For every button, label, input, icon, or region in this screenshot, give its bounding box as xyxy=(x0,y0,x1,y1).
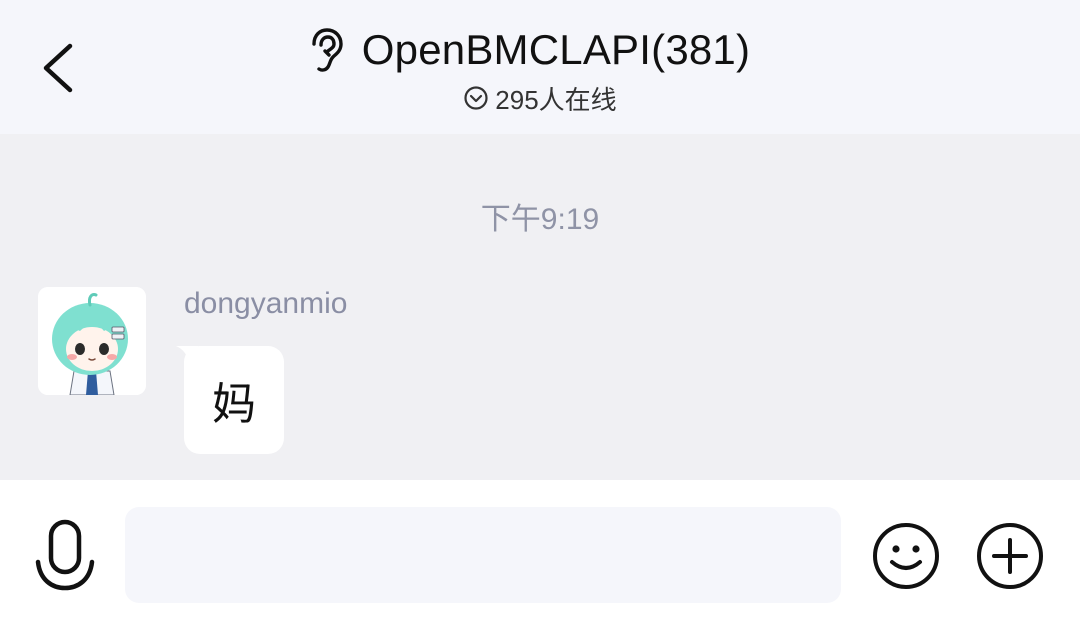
chat-title: OpenBMCLAPI(381) xyxy=(361,26,751,73)
voice-button[interactable] xyxy=(32,518,98,594)
more-button[interactable] xyxy=(976,522,1044,590)
chevron-down-circle-icon xyxy=(464,86,488,110)
message-bubble[interactable]: 妈 xyxy=(184,346,284,454)
sender-name[interactable]: dongyanmio xyxy=(184,287,347,321)
avatar[interactable] xyxy=(38,287,146,395)
chat-header: OpenBMCLAPI(381) 295人在线 xyxy=(0,0,1080,134)
title-row[interactable]: OpenBMCLAPI(381) xyxy=(0,22,1080,78)
smiley-icon xyxy=(873,523,939,589)
microphone-icon xyxy=(35,519,95,591)
anime-avatar-image xyxy=(38,287,146,395)
online-status[interactable]: 295人在线 xyxy=(0,80,1080,116)
input-bar xyxy=(0,480,1080,631)
ear-icon xyxy=(312,28,343,72)
message-timestamp: 下午9:19 xyxy=(480,203,600,236)
message-list[interactable]: 下午9:19 dongyanmio 妈 xyxy=(0,134,1080,480)
online-count: 295人在线 xyxy=(495,84,617,115)
emoji-button[interactable] xyxy=(872,522,940,590)
message-input[interactable] xyxy=(125,507,841,603)
plus-circle-icon xyxy=(977,523,1043,589)
